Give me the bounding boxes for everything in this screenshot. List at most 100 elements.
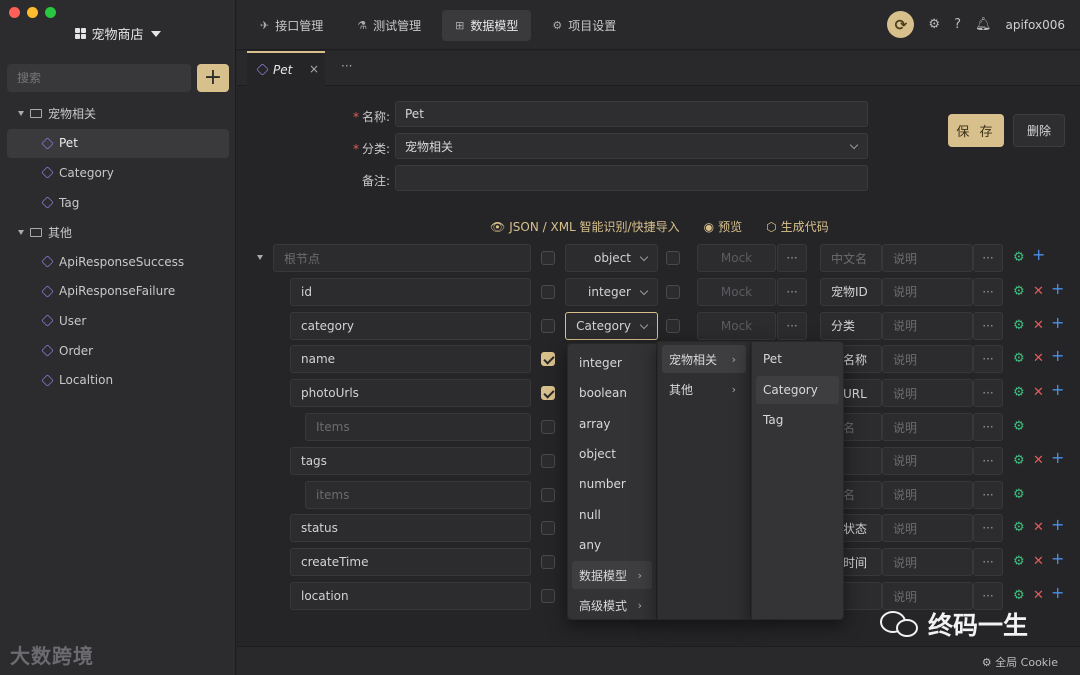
type-option[interactable]: boolean [572,379,652,407]
type-option[interactable]: array [572,410,652,438]
gear-icon[interactable]: ⚙ [1013,351,1025,367]
add-field-icon[interactable]: + [1051,551,1064,567]
type-select[interactable]: integer [565,277,658,306]
sidebar-item[interactable]: ApiResponseFailure [7,277,229,307]
sidebar-item[interactable]: 其他 [0,217,236,247]
nav-tab[interactable]: ⚗ 测试管理 [344,10,434,41]
field-name-input[interactable]: name [290,345,531,374]
bell-icon[interactable]: 🔔︎ [975,17,992,32]
model-option[interactable]: Category [756,375,839,404]
mock-more-button[interactable]: ··· [777,277,807,306]
sidebar-item[interactable]: Tag [7,188,229,218]
add-field-icon[interactable]: + [1051,585,1064,601]
close-window-button[interactable] [9,7,20,18]
delete-field-icon[interactable]: ✕ [1033,351,1044,367]
sidebar-item[interactable]: Order [7,336,229,366]
maximize-window-button[interactable] [45,7,56,18]
delete-field-icon[interactable]: ✕ [1033,453,1044,469]
required-checkbox[interactable] [541,386,555,401]
gear-icon[interactable]: ⚙ [1013,554,1025,570]
type-option[interactable]: number [572,470,652,498]
type-option[interactable]: 高级模式 › [572,591,652,619]
gear-icon[interactable]: ⚙ [1013,284,1025,300]
user-name[interactable]: apifox006 [1005,18,1065,32]
description-input[interactable]: 说明 [882,244,973,272]
type-option[interactable]: integer [572,349,652,377]
sidebar-item[interactable]: 宠物相关 [0,99,236,129]
description-input[interactable]: 说明 [882,345,973,374]
add-field-icon[interactable]: + [1051,314,1064,331]
add-field-icon[interactable]: + [1032,247,1045,263]
close-icon[interactable]: × [309,62,319,76]
gear-icon[interactable]: ⚙ [1013,385,1025,401]
required-checkbox[interactable] [541,284,555,299]
description-more-button[interactable]: ··· [973,480,1003,509]
delete-field-icon[interactable]: ✕ [1033,385,1044,401]
minimize-window-button[interactable] [27,7,38,18]
description-input[interactable]: 说明 [882,514,973,543]
required-checkbox[interactable] [541,420,555,434]
nav-tab[interactable]: ✈ 接口管理 [247,10,336,41]
type-select[interactable]: object [565,244,658,272]
collapse-icon[interactable] [257,255,263,260]
required-checkbox[interactable] [541,453,555,468]
field-name-input[interactable]: 根节点 [273,244,531,272]
project-switcher[interactable]: 宠物商店 [0,24,236,43]
type-option[interactable]: any [572,531,652,559]
field-name-input[interactable]: status [290,514,531,543]
mock-input[interactable]: Mock [697,311,776,340]
description-input[interactable]: 说明 [882,413,973,441]
description-more-button[interactable]: ··· [973,413,1003,441]
nullable-checkbox[interactable] [666,251,680,265]
more-tabs-icon[interactable]: ··· [341,59,352,73]
mock-more-button[interactable]: ··· [777,311,807,340]
delete-field-icon[interactable]: ✕ [1033,520,1044,536]
field-name-input[interactable]: category [290,311,531,340]
required-checkbox[interactable] [541,555,555,570]
mock-input[interactable]: Mock [697,277,776,306]
add-field-icon[interactable]: + [1051,348,1064,364]
description-input[interactable]: 说明 [882,548,973,577]
chinese-name-input[interactable]: 分类 [820,311,882,340]
delete-field-icon[interactable]: ✕ [1033,318,1044,334]
search-input[interactable] [7,64,191,92]
field-name-input[interactable]: location [290,582,531,610]
description-more-button[interactable]: ··· [973,345,1003,374]
field-name-input[interactable]: createTime [290,548,531,577]
gear-icon[interactable]: ⚙ [1013,520,1025,536]
description-input[interactable]: 说明 [882,480,973,509]
add-field-icon[interactable]: + [1051,280,1064,297]
chinese-name-input[interactable]: 中文名 [820,244,882,272]
name-field[interactable]: Pet [395,101,868,127]
description-more-button[interactable]: ··· [973,379,1003,408]
field-name-input[interactable]: photoUrls [290,379,531,408]
sync-icon[interactable]: ⟳ [887,11,915,38]
description-input[interactable]: 说明 [882,277,973,306]
sidebar-item[interactable]: Localtion [7,365,229,395]
model-option[interactable]: Pet [756,345,839,373]
add-field-icon[interactable]: + [1051,517,1064,533]
codegen-link[interactable]: ⬡ 生成代码 [766,218,829,235]
help-icon[interactable]: ? [954,17,961,32]
model-option[interactable]: Tag [756,406,839,434]
sidebar-item[interactable]: User [7,306,229,336]
gear-icon[interactable]: ⚙ [1013,318,1025,334]
sidebar-item[interactable]: ApiResponseSuccess [7,247,229,277]
preview-link[interactable]: ◉ 预览 [704,218,743,235]
required-checkbox[interactable] [541,521,555,536]
description-more-button[interactable]: ··· [973,277,1003,306]
sidebar-item[interactable]: Pet [7,128,229,159]
description-more-button[interactable]: ··· [973,244,1003,272]
delete-field-icon[interactable]: ✕ [1033,284,1044,300]
add-field-icon[interactable]: + [1051,449,1064,466]
type-select[interactable]: Category [565,311,658,340]
gear-icon[interactable]: ⚙ [1013,487,1025,503]
mock-more-button[interactable]: ··· [777,244,807,272]
add-field-icon[interactable]: + [1051,382,1064,398]
sidebar-item[interactable]: Category [7,158,229,188]
nullable-checkbox[interactable] [666,318,680,333]
import-link[interactable]: 👁︎ JSON / XML 智能识别/快捷导入 [490,218,680,235]
gear-icon[interactable]: ⚙ [1013,453,1025,469]
type-option[interactable]: object [572,440,652,468]
field-name-input[interactable]: Items [305,413,531,441]
